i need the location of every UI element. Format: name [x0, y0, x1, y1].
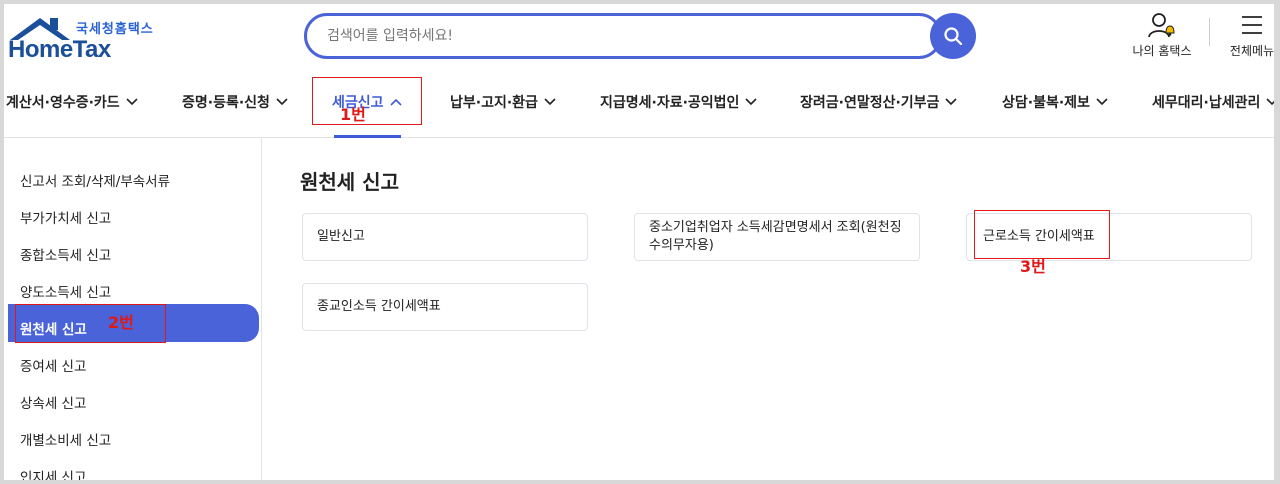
chevron-down-icon [276, 98, 288, 106]
sidebar-item-inheritance-tax[interactable]: 상속세 신고 [20, 392, 86, 412]
nav-item-label: 계산서·영수증·카드 [6, 95, 120, 111]
chevron-down-icon [126, 98, 138, 106]
nav-item-label: 상담·불복·제보 [1002, 95, 1090, 111]
card-label: 일반신고 [317, 229, 365, 244]
hometax-page: 국세청홈택스 HomeTax 나의 홈택스 전체메뉴 [4, 4, 1274, 480]
chevron-down-icon [544, 98, 556, 106]
active-nav-underline [334, 135, 401, 138]
nav-item-consultation-appeal[interactable]: 상담·불복·제보 [1002, 92, 1108, 112]
nav-item-label: 세무대리·납세관리 [1152, 95, 1261, 111]
sidebar-item-gift-tax[interactable]: 증여세 신고 [20, 355, 86, 375]
annotation-box-step1 [312, 77, 422, 125]
nav-item-label: 증명·등록·신청 [182, 95, 270, 111]
nav-item-certificate-registration[interactable]: 증명·등록·신청 [182, 92, 288, 112]
sidebar-item-vat[interactable]: 부가가치세 신고 [20, 207, 111, 227]
annotation-label-step1: 1번 [340, 105, 366, 124]
card-label: 종교인소득 간이세액표 [317, 299, 441, 314]
user-bell-icon [1148, 13, 1175, 38]
card-label: 중소기업취업자 소득세감면명세서 조회(원천징수의무자용) [649, 220, 902, 253]
card-sme-employee-reduction[interactable]: 중소기업취업자 소득세감면명세서 조회(원천징수의무자용) [634, 213, 920, 261]
nav-item-payment-statement[interactable]: 지급명세·자료·공익법인 [600, 92, 758, 112]
my-hometax-button[interactable]: 나의 홈택스 [1122, 12, 1202, 59]
annotation-label-step3: 3번 [1020, 257, 1046, 276]
hamburger-menu-icon [1242, 16, 1262, 34]
annotation-label-step2: 2번 [108, 313, 134, 332]
chevron-down-icon [1096, 98, 1108, 106]
all-menu-button[interactable]: 전체메뉴 [1222, 12, 1274, 59]
page-title: 원천세 신고 [300, 170, 399, 194]
annotation-box-step3 [974, 210, 1110, 259]
chevron-down-icon [1266, 98, 1274, 106]
annotation-box-step2 [15, 304, 166, 343]
nav-item-label: 장려금·연말정산·기부금 [800, 95, 940, 111]
search-bar [304, 13, 976, 59]
search-input[interactable] [304, 13, 942, 59]
nav-item-label: 지급명세·자료·공익법인 [600, 95, 740, 111]
sidebar-item-return-inquiry[interactable]: 신고서 조회/삭제/부속서류 [20, 170, 170, 190]
nav-item-payment-refund[interactable]: 납부·고지·환급 [450, 92, 556, 112]
sidebar-item-capital-gains[interactable]: 양도소득세 신고 [20, 281, 111, 301]
logo-korean-text: 국세청홈택스 [76, 22, 154, 37]
sidebar-item-stamp-tax[interactable]: 인지세 신고 [20, 466, 86, 480]
card-general-filing[interactable]: 일반신고 [302, 213, 588, 261]
hometax-logo[interactable]: 국세청홈택스 HomeTax [6, 12, 156, 67]
chevron-down-icon [945, 98, 958, 106]
all-menu-label: 전체메뉴 [1229, 44, 1274, 58]
nav-item-invoice-receipt-card[interactable]: 계산서·영수증·카드 [6, 92, 138, 112]
my-hometax-label: 나의 홈택스 [1132, 44, 1192, 58]
nav-item-incentive-year-end[interactable]: 장려금·연말정산·기부금 [800, 92, 958, 112]
card-religious-income-tax-table[interactable]: 종교인소득 간이세액표 [302, 283, 588, 331]
sidebar-item-income-tax[interactable]: 종합소득세 신고 [20, 244, 111, 264]
search-icon [944, 27, 963, 46]
search-button[interactable] [930, 13, 976, 59]
logo-english-text: HomeTax [8, 36, 111, 63]
utility-divider [1209, 18, 1210, 46]
nav-item-tax-agent[interactable]: 세무대리·납세관리 [1152, 92, 1274, 112]
nav-item-label: 납부·고지·환급 [450, 95, 538, 111]
sidebar-item-excise-tax[interactable]: 개별소비세 신고 [20, 429, 111, 449]
chevron-down-icon [745, 98, 758, 106]
top-navigation: 계산서·영수증·카드 증명·등록·신청 세금신고 납부·고지·환급 지급명세·자… [4, 82, 1274, 138]
